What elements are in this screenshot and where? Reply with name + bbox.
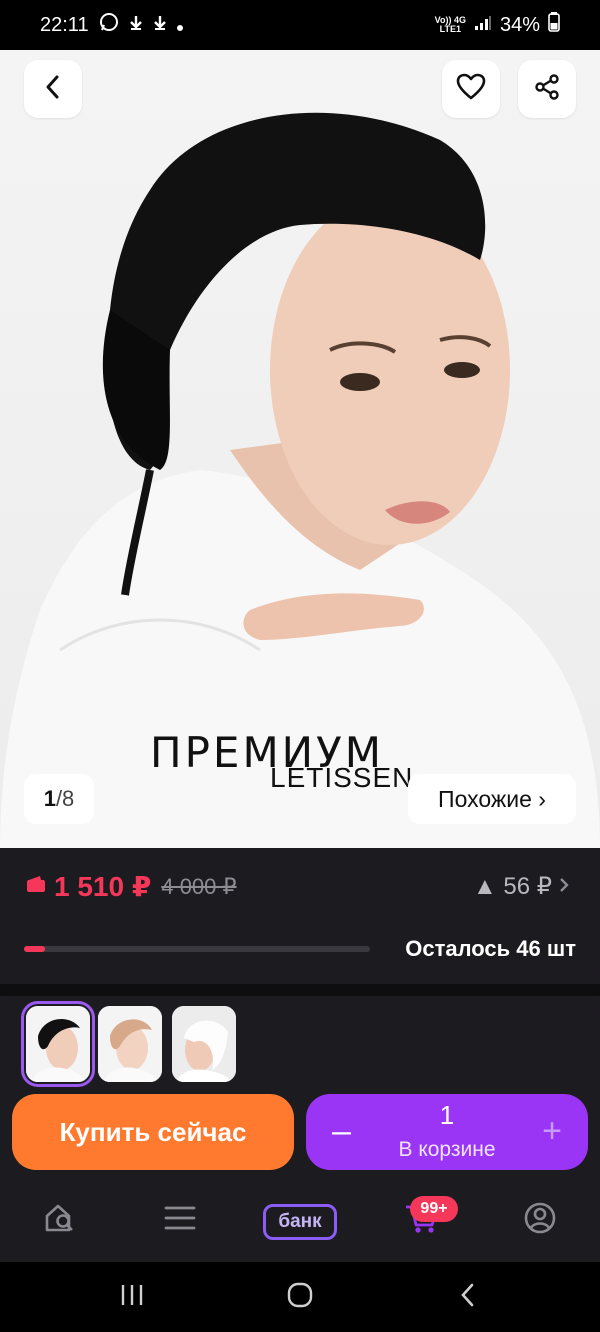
cart-stepper: – 1 В корзине + [306,1094,588,1170]
price-change[interactable]: ▲ 56 ₽ [473,872,570,901]
brand-subtitle: LETISSEN [270,762,414,793]
home-search-icon [43,1201,77,1240]
stock-row: Осталось 46 шт [24,936,576,962]
status-left: 22:11 [40,12,183,38]
section-divider [0,984,600,996]
variant-thumb-white[interactable] [172,1006,236,1082]
nav-profile[interactable] [520,1200,560,1240]
back-button[interactable] [24,60,82,118]
variant-thumb-black[interactable] [21,1001,95,1087]
download-icon [129,14,143,37]
system-navigation-bar [0,1262,600,1332]
old-price: 4 000 ₽ [161,873,237,899]
status-time: 22:11 [40,13,89,36]
similar-button[interactable]: Похожие › [408,774,576,824]
recent-apps-button[interactable] [112,1280,152,1314]
system-back-button[interactable] [448,1280,488,1314]
dot-icon [176,14,183,37]
menu-icon [164,1205,196,1236]
current-price: 1 510 ₽ [54,871,152,902]
recent-apps-icon [119,1283,145,1312]
battery-percent: 34% [499,13,540,36]
price-section: 1 510 ₽ 4 000 ₽ ▲ 56 ₽ Осталось 46 шт [0,848,600,984]
share-button[interactable] [518,60,576,118]
nav-home[interactable] [40,1200,80,1240]
product-image-gallery[interactable]: ПРЕМИУМ LETISSEN 1 /8 Похожие › [0,50,600,848]
favorite-button[interactable] [442,60,500,118]
network-indicator: Vo)) 4G LTE1 [434,15,466,34]
buy-now-button[interactable]: Купить сейчас [12,1094,294,1170]
chevron-left-icon [42,74,64,105]
home-button[interactable] [280,1280,320,1314]
cart-count-badge: 99+ [410,1196,458,1222]
status-right: Vo)) 4G LTE1 34% [435,12,560,38]
price-row: 1 510 ₽ 4 000 ₽ ▲ 56 ₽ [26,870,570,903]
whatsapp-icon [99,12,119,38]
chevron-right-icon [558,873,570,901]
battery-icon [548,12,560,38]
nav-catalog[interactable] [160,1200,200,1240]
home-circle-icon [286,1281,314,1314]
stock-progress-bar [24,946,370,952]
stock-progress-fill [24,946,45,952]
increase-quantity-button[interactable]: + [542,1112,562,1151]
status-bar: 22:11 Vo)) 4G LTE1 34% [0,0,600,50]
variant-thumb-beige[interactable] [98,1006,162,1082]
download-icon [153,14,167,37]
bottom-navigation: банк 99+ [0,1180,600,1262]
nav-bank[interactable]: банк [263,1204,337,1240]
wallet-icon [26,875,46,898]
back-chevron-icon [458,1282,478,1313]
stock-remaining: Осталось 46 шт [405,936,576,961]
heart-icon [456,73,486,106]
share-icon [533,73,561,106]
image-counter: 1 /8 [24,774,94,824]
profile-icon [523,1201,557,1240]
signal-icon [474,14,492,37]
variant-thumbnails [0,996,600,1092]
